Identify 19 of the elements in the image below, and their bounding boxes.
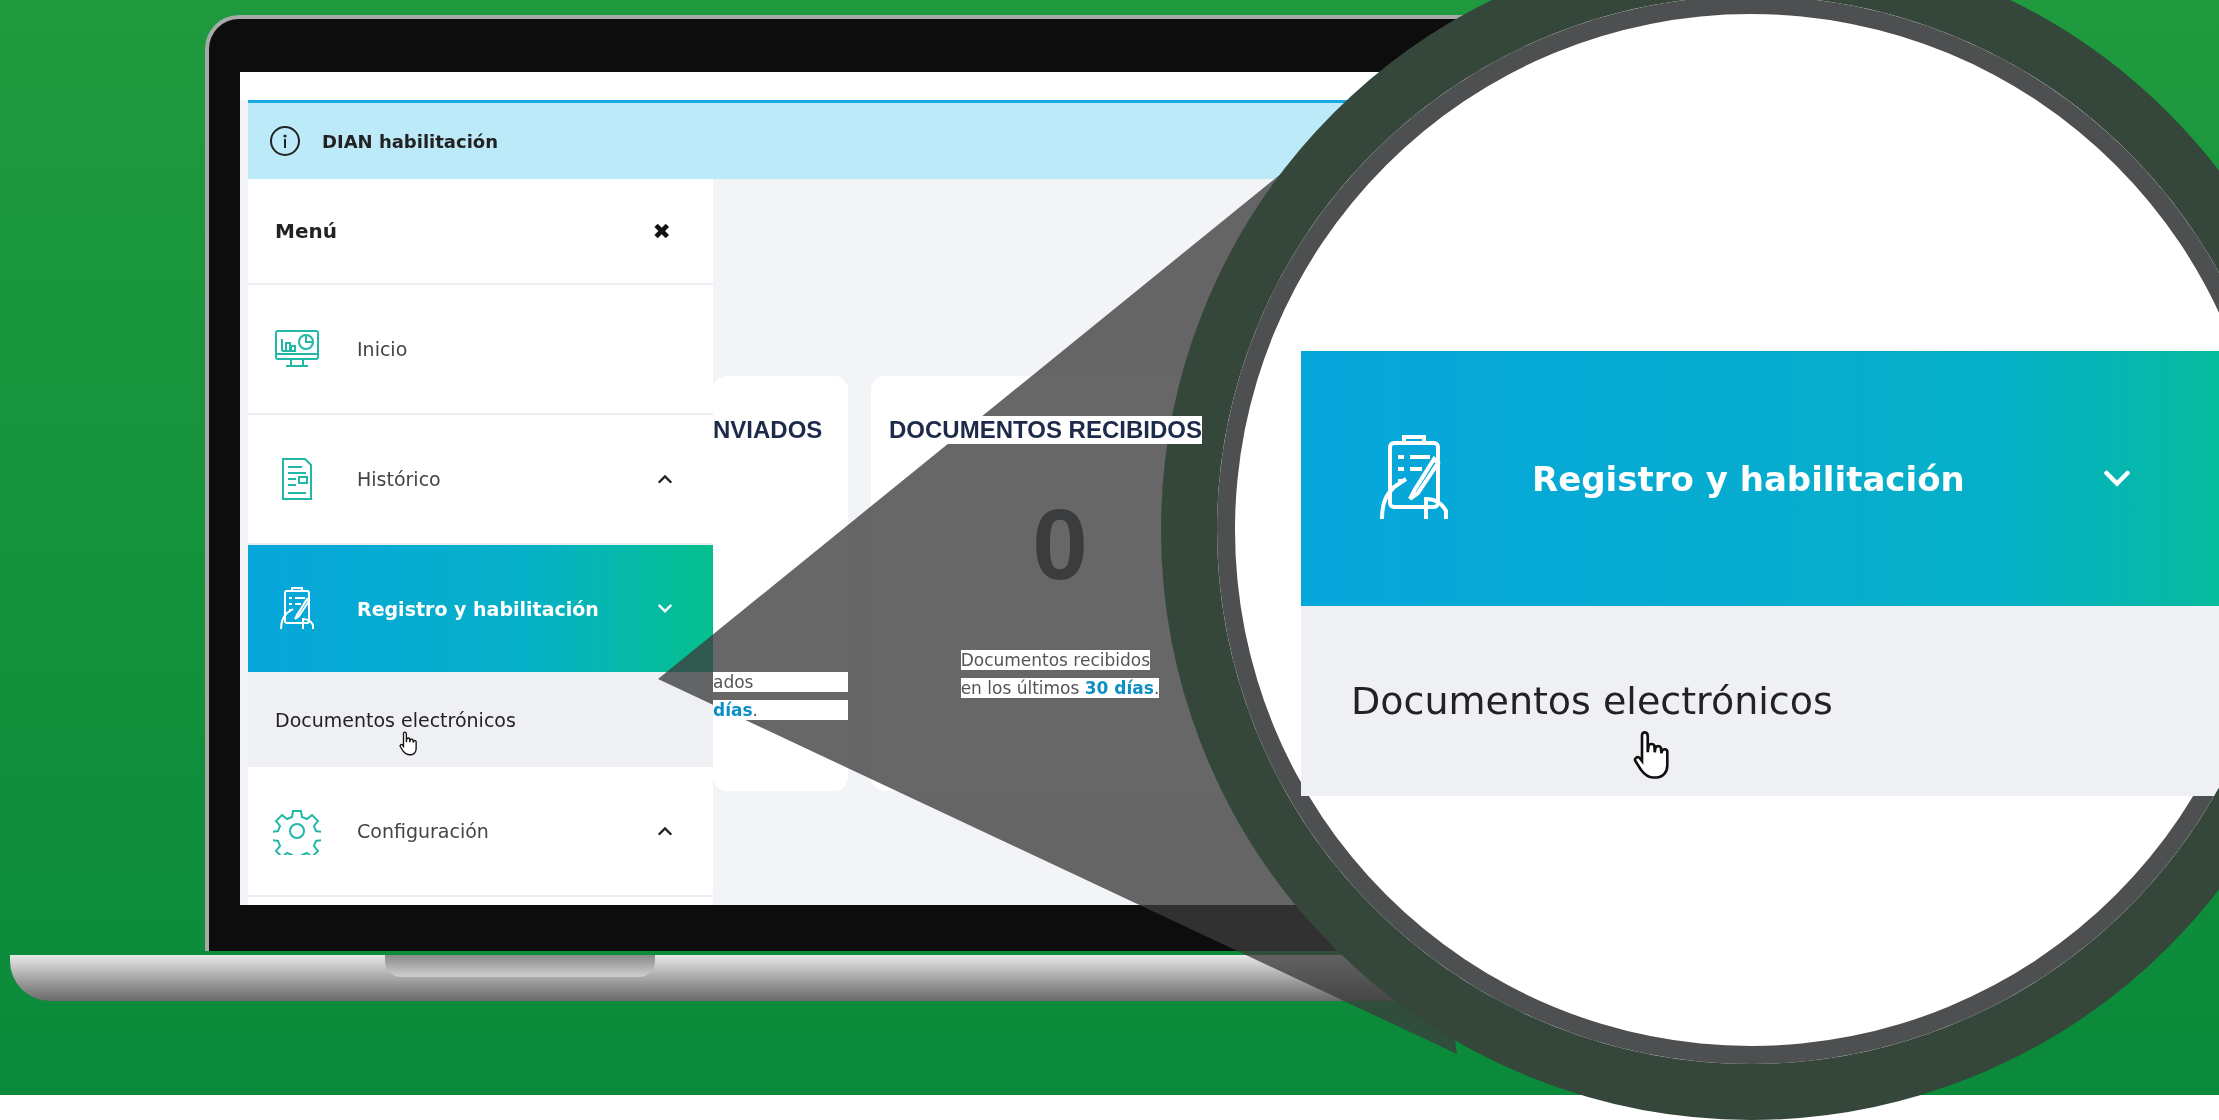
card-description: ados [713, 672, 848, 692]
banner-title: DIAN habilitación [322, 130, 499, 152]
menu-title: Menú [275, 219, 337, 243]
menu-item[interactable]: Configuración [248, 767, 713, 897]
chevron-icon [657, 603, 673, 614]
card-title: DOCUMENTOS RECIBIDOS [889, 416, 1202, 444]
zoomed-submenu-item: Documentos electrónicos [1301, 606, 2219, 796]
chevron-icon [657, 826, 673, 836]
close-button[interactable]: ✖ [652, 218, 671, 244]
chevron-icon [657, 474, 673, 484]
info-icon [270, 126, 300, 156]
card-description: Documentos recibidos [960, 650, 1151, 670]
menu-item[interactable]: Inicio [248, 285, 713, 415]
gear-icon [273, 807, 321, 855]
hand-cursor-icon [398, 730, 420, 757]
card-description: en los últimos 30 días. [960, 678, 1160, 698]
card-description: días. [713, 700, 848, 720]
chevron-icon [2102, 469, 2132, 488]
submenu-item[interactable]: Documentos electrónicos [248, 672, 713, 767]
